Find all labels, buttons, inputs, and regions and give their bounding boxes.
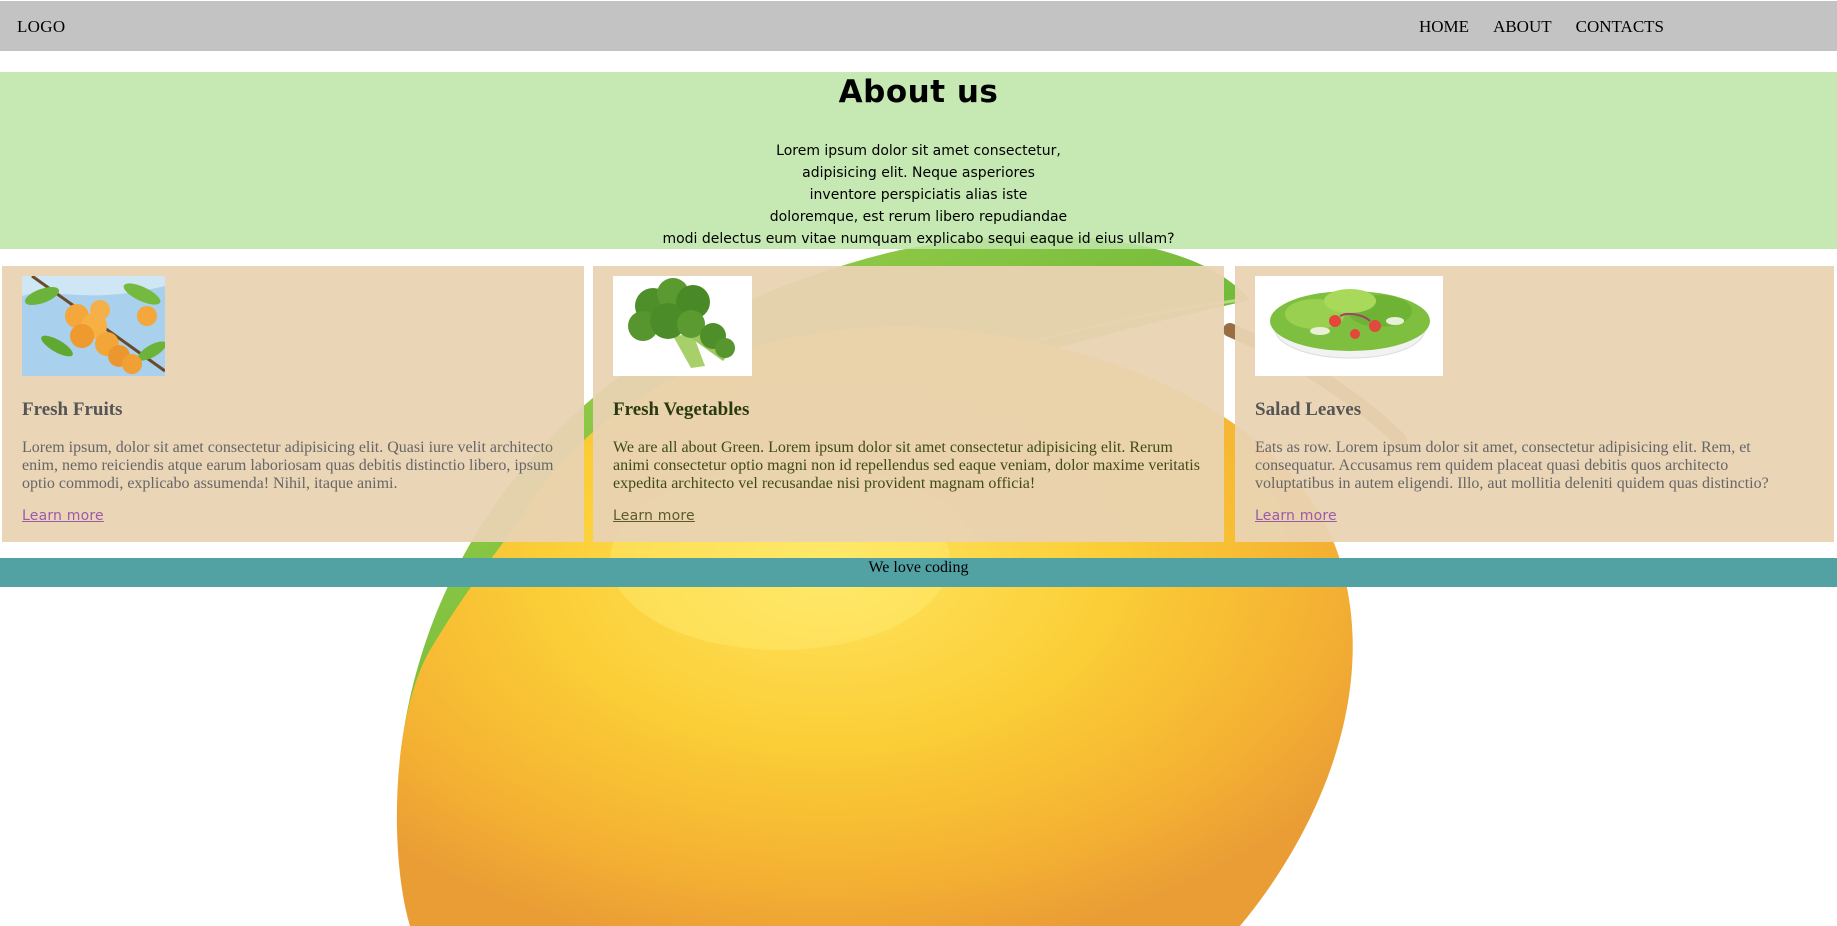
about-line: Lorem ipsum dolor sit amet consectetur, (776, 143, 1061, 159)
card-title: Fresh Fruits (22, 399, 123, 420)
about-line: modi delectus eum vitae numquam explicab… (662, 231, 1175, 247)
about-section: About us Lorem ipsum dolor sit amet cons… (0, 72, 1837, 249)
card-title: Salad Leaves (1255, 399, 1362, 420)
about-line: inventore perspiciatis alias iste (809, 187, 1028, 203)
cards-section: Fresh Fruits Lorem ipsum, dolor sit amet… (0, 266, 1837, 542)
footer-text: We love coding (868, 559, 969, 576)
about-line: doloremque, est rerum libero repudiandae (769, 209, 1068, 225)
broccoli-image (613, 276, 752, 376)
nav-link-about[interactable]: ABOUT (1493, 17, 1552, 37)
apricot-image (22, 276, 165, 376)
about-line: adipisicing elit. Neque asperiores (802, 165, 1035, 181)
navbar: LOGO HOME ABOUT CONTACTS (0, 1, 1837, 51)
card-fresh-fruits: Fresh Fruits Lorem ipsum, dolor sit amet… (2, 266, 584, 542)
salad-image (1255, 276, 1443, 376)
learn-more-link[interactable]: Learn more (22, 508, 104, 524)
footer: We love coding (0, 558, 1837, 587)
card-salad-leaves: Salad Leaves Eats as row. Lorem ipsum do… (1235, 266, 1834, 542)
learn-more-link[interactable]: Learn more (1255, 508, 1337, 524)
card-text: Lorem ipsum, dolor sit amet consectetur … (22, 439, 554, 492)
about-title: About us (838, 74, 999, 110)
about-description: Lorem ipsum dolor sit amet consectetur, … (0, 140, 1837, 250)
page: LOGO HOME ABOUT CONTACTS About us Lorem … (0, 0, 1837, 926)
nav-link-contacts[interactable]: CONTACTS (1576, 17, 1664, 37)
logo[interactable]: LOGO (17, 17, 65, 37)
card-fresh-vegetables: Fresh Vegetables We are all about Green.… (593, 266, 1224, 542)
card-title: Fresh Vegetables (613, 399, 750, 420)
card-text: Eats as row. Lorem ipsum dolor sit amet,… (1255, 439, 1769, 492)
learn-more-link[interactable]: Learn more (613, 508, 695, 524)
nav-link-home[interactable]: HOME (1419, 17, 1469, 37)
nav-menu: HOME ABOUT CONTACTS (1419, 17, 1664, 37)
card-text: We are all about Green. Lorem ipsum dolo… (613, 439, 1200, 492)
